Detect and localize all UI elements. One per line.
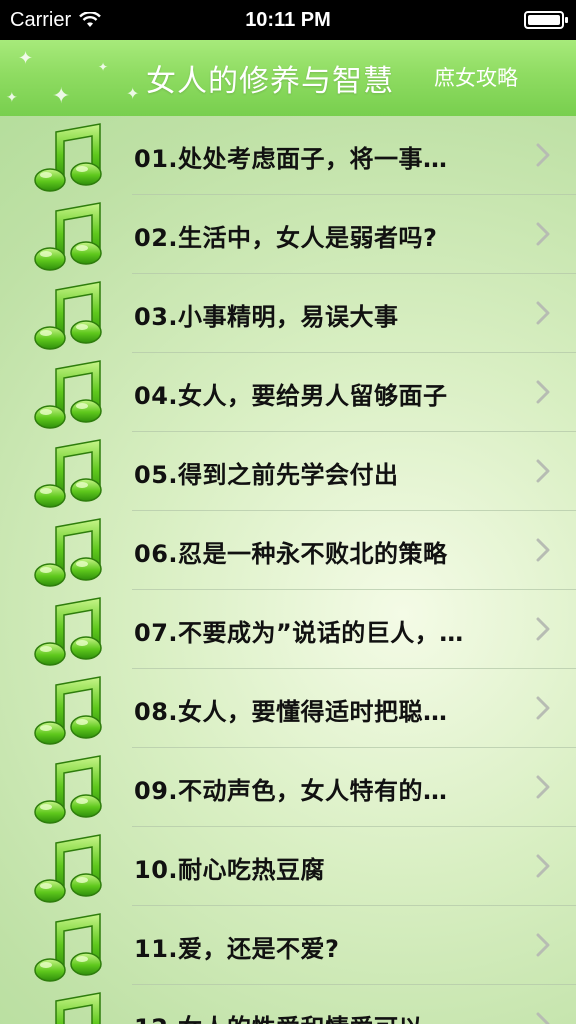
list-item-5[interactable]: 05.得到之前先学会付出 bbox=[0, 432, 576, 511]
list-item-label: 06.忍是一种永不败北的策略 bbox=[134, 540, 448, 568]
list-item-label: 02.生活中，女人是弱者吗? bbox=[134, 224, 438, 252]
list-item-7[interactable]: 07.不要成为”说话的巨人，… bbox=[0, 590, 576, 669]
list-item-label: 10.耐心吃热豆腐 bbox=[134, 856, 326, 884]
list-item-3[interactable]: 03.小事精明，易误大事 bbox=[0, 274, 576, 353]
list-item-1[interactable]: 01.处处考虑面子，将一事… bbox=[0, 116, 576, 195]
music-note-icon bbox=[55, 992, 101, 1024]
chevron-right-icon bbox=[536, 222, 550, 246]
list-item-label: 03.小事精明，易误大事 bbox=[134, 303, 399, 331]
sparkle-icon: ✦ bbox=[52, 84, 71, 109]
music-note-icon bbox=[34, 834, 102, 903]
list-item-label: 09.不动声色，女人特有的… bbox=[134, 777, 448, 805]
list-item-label: 08.女人，要懂得适时把聪… bbox=[134, 698, 448, 726]
music-note-icon bbox=[34, 676, 102, 745]
chevron-right-icon bbox=[536, 775, 550, 799]
chevron-right-icon bbox=[536, 538, 550, 562]
status-bar: Carrier 10:11 PM bbox=[0, 0, 576, 40]
list-item-8[interactable]: 08.女人，要懂得适时把聪… bbox=[0, 669, 576, 748]
list-item-9[interactable]: 09.不动声色，女人特有的… bbox=[0, 748, 576, 827]
list-item-label: 01.处处考虑面子，将一事… bbox=[134, 145, 448, 173]
list-item-label: 04.女人，要给男人留够面子 bbox=[134, 382, 448, 410]
music-note-icon bbox=[34, 518, 102, 587]
list-item-11[interactable]: 11.爱，还是不爱? bbox=[0, 906, 576, 985]
chevron-right-icon bbox=[536, 1012, 550, 1024]
music-note-icon bbox=[34, 123, 102, 192]
list-item-10[interactable]: 10.耐心吃热豆腐 bbox=[0, 827, 576, 906]
status-time: 10:11 PM bbox=[245, 8, 331, 31]
music-note-icon bbox=[34, 913, 102, 982]
navigation-bar: ✦ ✦ ✦ ✦ ✦ 女人的修养与智慧 庶女攻略 bbox=[0, 40, 576, 116]
list-item-2[interactable]: 02.生活中，女人是弱者吗? bbox=[0, 195, 576, 274]
music-note-icon bbox=[34, 597, 102, 666]
list-item-label: 11.爱，还是不爱? bbox=[134, 935, 340, 963]
chevron-right-icon bbox=[536, 301, 550, 325]
nav-right-button[interactable]: 庶女攻略 bbox=[434, 62, 518, 92]
sparkle-icon: ✦ bbox=[98, 60, 109, 74]
list-item-label: 05.得到之前先学会付出 bbox=[134, 461, 399, 489]
list-item-label: 07.不要成为”说话的巨人，… bbox=[134, 619, 464, 647]
chapter-list: 01.处处考虑面子，将一事… 02.生活中，女人是弱者吗? 03.小事精明，易误… bbox=[0, 116, 576, 1024]
music-note-icon bbox=[34, 439, 102, 508]
sparkle-icon: ✦ bbox=[18, 48, 34, 69]
music-note-icon bbox=[34, 360, 102, 429]
chevron-right-icon bbox=[536, 459, 550, 483]
chevron-right-icon bbox=[536, 143, 550, 167]
list-item-4[interactable]: 04.女人，要给男人留够面子 bbox=[0, 353, 576, 432]
music-note-icon bbox=[34, 281, 102, 350]
music-note-icon bbox=[34, 202, 102, 271]
music-note-icon bbox=[34, 755, 102, 824]
chevron-right-icon bbox=[536, 854, 550, 878]
chevron-right-icon bbox=[536, 696, 550, 720]
list-item-12[interactable]: 12.女人的性爱和情爱可以… bbox=[0, 985, 576, 1024]
chevron-right-icon bbox=[536, 380, 550, 404]
list-item-6[interactable]: 06.忍是一种永不败北的策略 bbox=[0, 511, 576, 590]
page-title: 女人的修养与智慧 bbox=[146, 64, 394, 99]
list-item-label: 12.女人的性爱和情爱可以… bbox=[134, 1008, 510, 1024]
sparkle-icon: ✦ bbox=[6, 90, 18, 106]
chevron-right-icon bbox=[536, 617, 550, 641]
chevron-right-icon bbox=[536, 933, 550, 957]
battery-icon bbox=[524, 11, 568, 29]
